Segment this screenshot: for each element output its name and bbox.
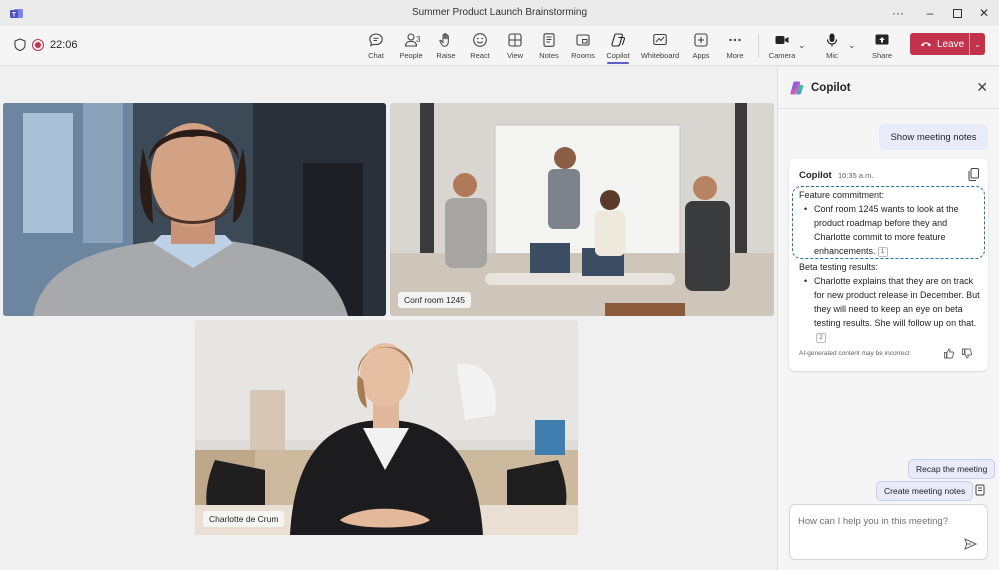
copilot-icon [611,33,626,47]
meeting-toolbar: 22:06 Chat People 3 Raise React View Not… [0,26,999,66]
grid-view-icon [508,33,522,47]
toolbar-divider [758,34,759,58]
whiteboard-icon [653,33,667,46]
list-item: Charlotte explains that they are on trac… [799,274,981,344]
section-title-feature: Feature commitment: [799,190,885,200]
mic-button[interactable]: Mic [822,29,842,63]
chat-button[interactable]: Chat [366,29,386,63]
copilot-title: Copilot [811,82,851,94]
view-button[interactable]: View [505,29,525,63]
copilot-input-placeholder[interactable]: How can I help you in this meeting? [798,516,948,527]
whiteboard-button[interactable]: Whiteboard [641,29,679,63]
apps-button[interactable]: Apps [691,29,711,63]
recap-suggestion-chip[interactable]: Recap the meeting [908,459,996,479]
close-panel-icon[interactable]: ✕ [976,79,988,96]
notebook-icon[interactable] [975,484,985,496]
window-title: Summer Product Launch Brainstorming [411,7,588,18]
video-stage: Conf room 1245 Charlotte de Crum [0,67,777,570]
participant-video-tile[interactable] [3,103,386,316]
more-options-icon[interactable]: ··· [884,4,912,22]
participant-name-tag: Charlotte de Crum [203,511,285,527]
hand-icon [439,33,449,47]
leave-main[interactable]: Leave [910,33,970,55]
raise-hand-button[interactable]: Raise [436,29,456,63]
more-button[interactable]: More [725,29,745,63]
people-button[interactable]: People 3 [398,29,424,63]
section-title-beta: Beta testing results: [799,262,879,272]
copilot-response-card: Copilot 10:35 a.m. Feature commitment: C… [789,159,988,371]
participant-name-tag: Conf room 1245 [398,292,471,308]
send-icon[interactable] [964,538,977,550]
conf-room-video-tile[interactable]: Conf room 1245 [390,103,774,316]
user-prompt-bubble: Show meeting notes [879,124,988,150]
list-item: Conf room 1245 wants to look at the prod… [799,202,974,258]
more-dots-icon [729,38,741,42]
rooms-icon [576,34,590,46]
citation-badge[interactable]: 1 [877,246,888,257]
copy-icon[interactable] [968,168,979,181]
minimize-button[interactable]: – [916,4,944,22]
thumbs-down-icon[interactable] [962,348,972,359]
mic-icon [826,33,838,47]
maximize-button[interactable] [943,4,971,22]
leave-button[interactable]: Leave ⌄ [910,33,985,55]
chat-icon [369,33,383,47]
react-button[interactable]: React [470,29,490,63]
beta-list: Charlotte explains that they are on trac… [799,274,981,344]
charlotte-video-tile[interactable]: Charlotte de Crum [195,320,578,535]
feature-list: Conf room 1245 wants to look at the prod… [799,202,974,258]
citation-badge[interactable]: 2 [816,332,826,343]
hang-up-icon [921,42,931,47]
response-time: 10:35 a.m. [838,171,874,180]
recording-icon [32,38,44,51]
close-window-button[interactable]: ✕ [970,4,998,22]
rooms-button[interactable]: Rooms [571,29,595,63]
create-notes-suggestion-chip[interactable]: Create meeting notes [876,481,974,501]
copilot-panel: Copilot ✕ Show meeting notes Copilot 10:… [777,67,999,570]
share-screen-icon [875,34,889,45]
mic-options-chevron-icon[interactable]: ⌄ [848,40,856,51]
camera-button[interactable]: Camera [768,29,796,63]
conf-room-video [390,103,774,316]
smiley-icon [473,33,487,47]
meeting-status: 22:06 [14,38,78,51]
camera-icon [775,36,789,44]
charlotte-video [195,320,578,535]
add-apps-icon [694,33,708,47]
meeting-timer: 22:06 [50,38,78,51]
thumbs-up-icon[interactable] [944,348,954,359]
notes-button[interactable]: Notes [539,29,559,63]
title-bar: T Summer Product Launch Brainstorming ··… [0,0,999,26]
copilot-input-box[interactable]: How can I help you in this meeting? [789,504,988,560]
copilot-button[interactable]: Copilot [605,29,631,64]
share-button[interactable]: Share [871,29,893,63]
people-count: 3 [416,35,421,44]
response-author: Copilot [799,170,832,181]
copilot-logo-icon [790,81,804,95]
camera-options-chevron-icon[interactable]: ⌄ [798,40,806,51]
ai-disclaimer: AI-generated content may be incorrect [799,350,910,357]
leave-options-chevron-icon[interactable]: ⌄ [970,40,985,49]
copilot-header: Copilot ✕ [778,67,999,109]
shield-icon [14,38,26,51]
notes-icon [543,33,555,47]
participant-video [3,103,386,316]
